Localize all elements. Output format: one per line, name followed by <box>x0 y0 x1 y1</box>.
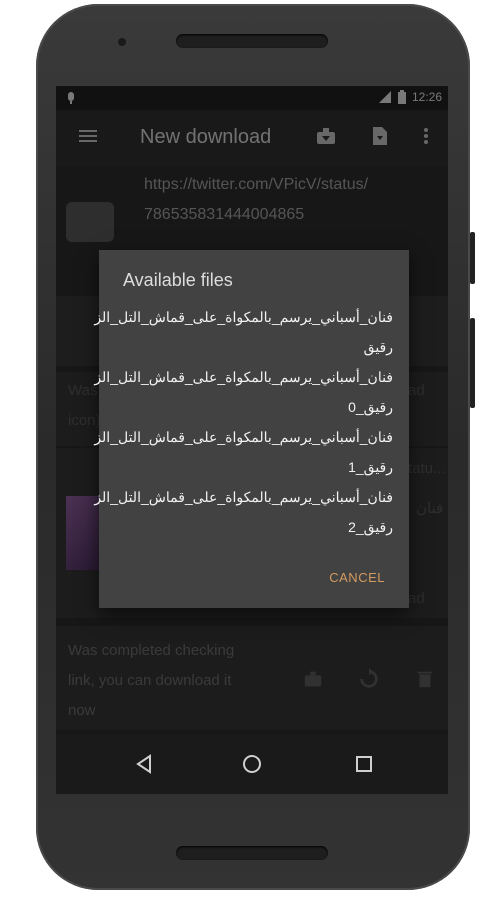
file-option-1[interactable]: فنان_أسباني_يرسم_بالمكواة_على_قماش_التل_… <box>94 362 393 422</box>
front-camera <box>118 38 126 46</box>
file-name-line-1: فنان_أسباني_يرسم_بالمكواة_على_قماش_التل_… <box>94 429 393 445</box>
file-option-3[interactable]: فنان_أسباني_يرسم_بالمكواة_على_قماش_التل_… <box>94 482 393 542</box>
file-name-line-2: رقيق_0 <box>348 399 393 415</box>
dialog-title: Available files <box>123 270 233 290</box>
file-option-0[interactable]: فنان_أسباني_يرسم_بالمكواة_على_قماش_التل_… <box>94 302 393 362</box>
navigation-bar <box>56 734 448 794</box>
file-name-line-1: فنان_أسباني_يرسم_بالمكواة_على_قماش_التل_… <box>94 369 393 385</box>
cancel-button[interactable]: CANCEL <box>329 570 385 585</box>
back-icon[interactable] <box>132 752 156 776</box>
file-name-line-2: رقيق <box>363 339 393 355</box>
home-icon[interactable] <box>240 752 264 776</box>
file-name-line-1: فنان_أسباني_يرسم_بالمكواة_على_قماش_التل_… <box>94 489 393 505</box>
bottom-speaker <box>176 846 328 860</box>
screen: 12:26 New download https://twitter.com/V… <box>56 86 448 794</box>
file-name-line-1: فنان_أسباني_يرسم_بالمكواة_على_قماش_التل_… <box>94 309 393 325</box>
available-files-dialog: Available files فنان_أسباني_يرسم_بالمكوا… <box>94 250 409 608</box>
recents-icon[interactable] <box>352 752 376 776</box>
file-name-line-2: رقيق_1 <box>348 459 393 475</box>
power-button <box>470 318 475 408</box>
top-speaker <box>176 34 328 48</box>
file-option-2[interactable]: فنان_أسباني_يرسم_بالمكواة_على_قماش_التل_… <box>94 422 393 482</box>
file-name-line-2: رقيق_2 <box>348 519 393 535</box>
volume-button <box>470 232 475 284</box>
